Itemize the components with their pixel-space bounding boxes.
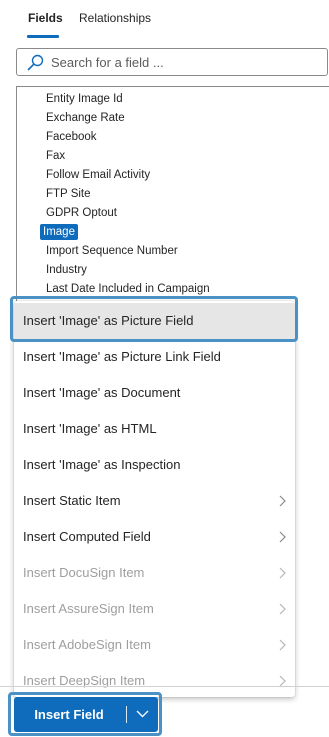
menu-item-label: Insert AssureSign Item [23, 601, 154, 616]
list-item[interactable]: Fax [43, 148, 68, 164]
menu-item-picture-field[interactable]: Insert 'Image' as Picture Field [14, 303, 295, 339]
menu-item-inspection[interactable]: Insert 'Image' as Inspection [14, 447, 295, 483]
chevron-right-icon [279, 495, 286, 507]
menu-item-label: Insert Computed Field [23, 529, 151, 544]
menu-item-label: Insert Static Item [23, 493, 121, 508]
insert-field-dropdown-toggle[interactable] [127, 697, 158, 732]
divider [0, 686, 329, 687]
list-item[interactable]: Industry [43, 262, 90, 278]
menu-item-label: Insert AdobeSign Item [23, 637, 151, 652]
list-item[interactable]: Exchange Rate [43, 110, 128, 126]
list-item[interactable]: Last Date Included in Campaign [43, 281, 213, 297]
search-input[interactable] [51, 52, 321, 72]
list-item[interactable]: FTP Site [43, 186, 94, 202]
menu-item-docusign: Insert DocuSign Item [14, 555, 295, 591]
list-item[interactable]: GDPR Optout [43, 205, 120, 221]
menu-item-assuresign: Insert AssureSign Item [14, 591, 295, 627]
menu-item-adobesign: Insert AdobeSign Item [14, 627, 295, 663]
insert-field-split-button[interactable]: Insert Field [14, 697, 158, 732]
chevron-right-icon [279, 639, 286, 651]
tab-fields[interactable]: Fields [28, 11, 63, 25]
menu-item-label: Insert 'Image' as Picture Link Field [23, 349, 221, 364]
field-list[interactable]: Entity Image Id Exchange Rate Facebook F… [16, 86, 329, 306]
menu-item-computed-field[interactable]: Insert Computed Field [14, 519, 295, 555]
search-icon [27, 54, 44, 71]
menu-item-picture-link-field[interactable]: Insert 'Image' as Picture Link Field [14, 339, 295, 375]
menu-item-label: Insert DocuSign Item [23, 565, 145, 580]
menu-item-document[interactable]: Insert 'Image' as Document [14, 375, 295, 411]
menu-item-label: Insert 'Image' as Picture Field [23, 313, 194, 328]
tab-relationships[interactable]: Relationships [79, 11, 151, 25]
insert-context-menu: Insert 'Image' as Picture Field Insert '… [14, 301, 295, 697]
menu-item-html[interactable]: Insert 'Image' as HTML [14, 411, 295, 447]
menu-item-static-item[interactable]: Insert Static Item [14, 483, 295, 519]
search-box [16, 48, 328, 76]
insert-field-button[interactable]: Insert Field [14, 697, 124, 732]
list-item[interactable]: Import Sequence Number [43, 243, 181, 259]
list-item[interactable]: Follow Email Activity [43, 167, 153, 183]
chevron-right-icon [279, 567, 286, 579]
tab-bar: Fields Relationships [0, 0, 329, 40]
list-item-selected[interactable]: Image [40, 224, 78, 240]
list-item[interactable]: Entity Image Id [43, 91, 126, 107]
menu-item-label: Insert 'Image' as Document [23, 385, 181, 400]
chevron-down-icon [136, 710, 149, 718]
chevron-right-icon [279, 603, 286, 615]
active-tab-indicator [27, 35, 59, 38]
menu-item-label: Insert 'Image' as HTML [23, 421, 157, 436]
menu-item-label: Insert 'Image' as Inspection [23, 457, 181, 472]
list-item[interactable]: Facebook [43, 129, 100, 145]
chevron-right-icon [279, 531, 286, 543]
